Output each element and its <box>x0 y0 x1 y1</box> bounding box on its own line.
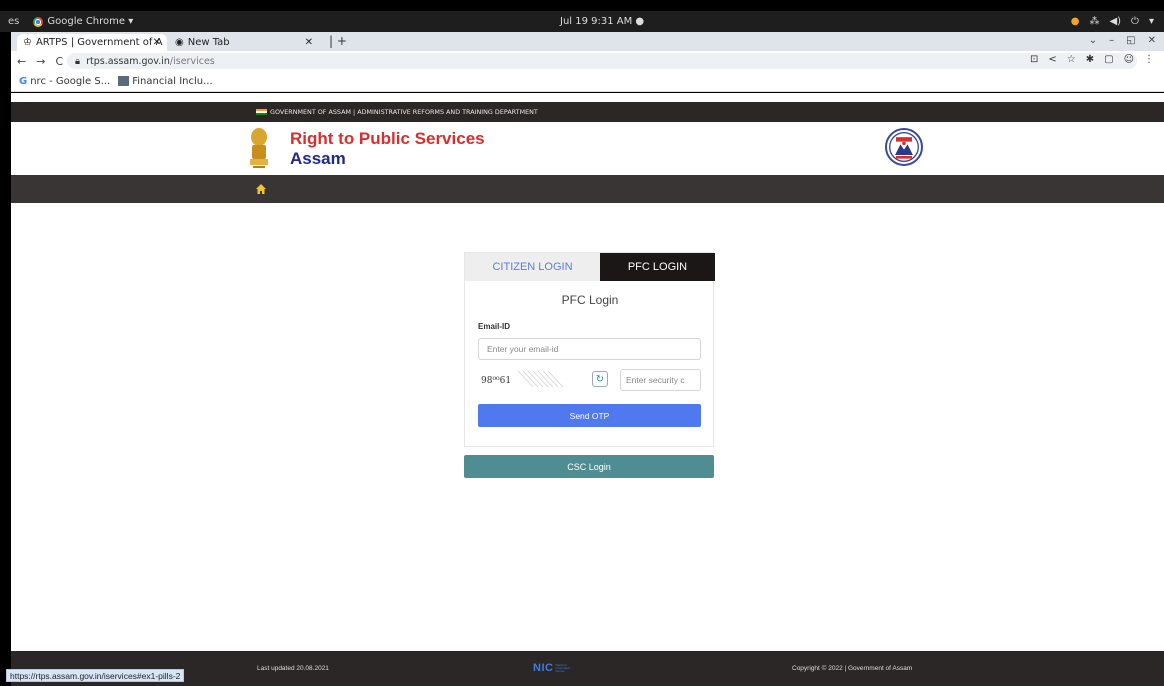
network-icon: ⁂ <box>1089 16 1100 27</box>
os-top-bar: es Google Chrome ▾ Jul 19 9:31 AM ● ● ⁂ … <box>0 11 1164 32</box>
login-card: CITIZEN LOGIN PFC LOGIN PFC Login Email-… <box>464 252 715 447</box>
copyright: Copyright © 2022 | Government of Assam <box>792 665 913 672</box>
forward-icon[interactable]: → <box>36 55 45 68</box>
side-panel-icon[interactable]: ▢ <box>1104 54 1113 65</box>
clock[interactable]: Jul 19 9:31 AM ● <box>560 16 644 27</box>
screen: es Google Chrome ▾ Jul 19 9:31 AM ● ● ⁂ … <box>0 0 1164 686</box>
tab-new-tab[interactable]: ◉ New Tab ✕ <box>169 34 319 51</box>
chrome-icon[interactable]: ● <box>1071 16 1080 27</box>
last-updated: Last updated 20.08.2021 <box>257 665 329 672</box>
bookmarks-bar: G nrc - Google S... Financial Inclu... <box>11 71 1164 92</box>
captcha-text: 98⁰⁰61 <box>481 376 511 386</box>
minimize-icon[interactable]: – <box>1109 35 1114 46</box>
tab-artps[interactable]: ♔ ARTPS | Government of A ✕ <box>17 34 167 51</box>
site-subtitle[interactable]: Assam <box>290 149 346 169</box>
menu-icon[interactable]: ⋮ <box>1144 54 1154 65</box>
site-title[interactable]: Right to Public Services <box>290 129 485 149</box>
nic-logo-text: NIC <box>533 662 554 674</box>
gov-strip-text: GOVERNMENT OF ASSAM | ADMINISTRATIVE REF… <box>270 108 538 116</box>
refresh-captcha-button[interactable]: ↻ <box>592 371 608 387</box>
activities-label[interactable]: es <box>8 16 19 27</box>
new-tab-button[interactable]: | + <box>329 34 347 48</box>
window-controls: ⌄ – ◱ ✕ <box>1089 35 1156 46</box>
chrome-icon <box>33 16 44 27</box>
tab-citizen-login[interactable]: CITIZEN LOGIN <box>465 253 600 281</box>
address-path: /iservices <box>169 55 215 67</box>
status-bar-url: https://rtps.assam.gov.in/iservices#ex1-… <box>6 669 185 682</box>
tab-title: New Tab <box>187 37 230 48</box>
refresh-icon: ↻ <box>595 373 605 385</box>
google-icon: G <box>19 75 28 87</box>
gov-strip: GOVERNMENT OF ASSAM | ADMINISTRATIVE REF… <box>11 102 1164 122</box>
kohari-logo-icon <box>885 128 923 166</box>
emblem-favicon-icon: ♔ <box>23 37 32 48</box>
chrome-icon: ◉ <box>175 37 184 48</box>
main-navbar <box>11 175 1164 203</box>
national-emblem-icon <box>250 128 268 168</box>
security-code-field[interactable] <box>620 369 701 391</box>
share-icon[interactable]: < <box>1048 54 1056 65</box>
reload-icon[interactable]: C <box>55 55 63 68</box>
login-tabs: CITIZEN LOGIN PFC LOGIN <box>465 253 715 281</box>
bookmark-label: Financial Inclu... <box>132 75 213 87</box>
back-icon[interactable]: ← <box>17 55 26 68</box>
chevron-down-icon: ▾ <box>1148 16 1154 27</box>
email-label: Email-ID <box>478 322 511 331</box>
star-icon[interactable]: ☆ <box>1067 54 1076 65</box>
login-heading: PFC Login <box>561 293 619 307</box>
tab-title: ARTPS | Government of A <box>35 37 163 48</box>
close-window-icon[interactable]: ✕ <box>1148 35 1156 46</box>
tab-search-icon[interactable]: ⌄ <box>1089 35 1097 46</box>
bookmark-favicon <box>118 76 130 86</box>
extensions-icon[interactable]: ✱ <box>1086 54 1094 65</box>
address-host: rtps.assam.gov.in <box>86 55 170 67</box>
web-page: GOVERNMENT OF ASSAM | ADMINISTRATIVE REF… <box>11 93 1164 686</box>
csc-login-button[interactable]: CSC Login <box>464 455 714 478</box>
power-icon: ⏻ <box>1131 16 1139 27</box>
profile-avatar[interactable]: ☺ <box>1124 54 1134 65</box>
send-otp-button[interactable]: Send OTP <box>478 404 701 427</box>
system-tray[interactable]: ● ⁂ ◀︎) ⏻ ▾ <box>1071 16 1154 27</box>
browser-toolbar: ← → C 🔒︎ rtps.assam.gov.in/iservices ⊡ <… <box>11 51 1164 71</box>
toolbar-icons: ⊡ < ☆ ✱ ▢ ☺ ⋮ <box>1030 54 1154 65</box>
home-icon[interactable] <box>255 183 267 195</box>
nic-logo[interactable]: NIC National Informatics Centre <box>533 662 575 674</box>
bookmark-label: nrc - Google S... <box>30 75 111 87</box>
tab-pfc-login[interactable]: PFC LOGIN <box>600 253 715 281</box>
restore-icon[interactable]: ◱ <box>1126 35 1135 46</box>
volume-icon: ◀︎) <box>1109 16 1122 27</box>
bookmark-financial[interactable]: Financial Inclu... <box>118 75 213 87</box>
address-bar[interactable]: 🔒︎ rtps.assam.gov.in/iservices <box>67 53 1137 69</box>
close-icon[interactable]: ✕ <box>305 37 313 48</box>
tab-strip: ♔ ARTPS | Government of A ✕ ◉ New Tab ✕ … <box>11 32 1164 51</box>
nav-buttons: ← → C <box>17 55 63 68</box>
bookmark-nrc[interactable]: G nrc - Google S... <box>19 76 110 87</box>
translate-icon[interactable]: ⊡ <box>1030 54 1038 65</box>
site-header: Right to Public Services Assam <box>11 122 1164 175</box>
lock-icon[interactable]: 🔒︎ <box>75 56 80 67</box>
app-menu-label: Google Chrome ▾ <box>47 16 134 27</box>
nic-logo-subtext: National Informatics Centre <box>555 662 571 673</box>
email-field[interactable] <box>478 338 701 360</box>
india-flag-icon <box>256 109 267 115</box>
app-menu[interactable]: Google Chrome ▾ <box>33 16 133 27</box>
captcha-image: 98⁰⁰61 <box>478 369 570 389</box>
close-icon[interactable]: ✕ <box>153 37 161 48</box>
